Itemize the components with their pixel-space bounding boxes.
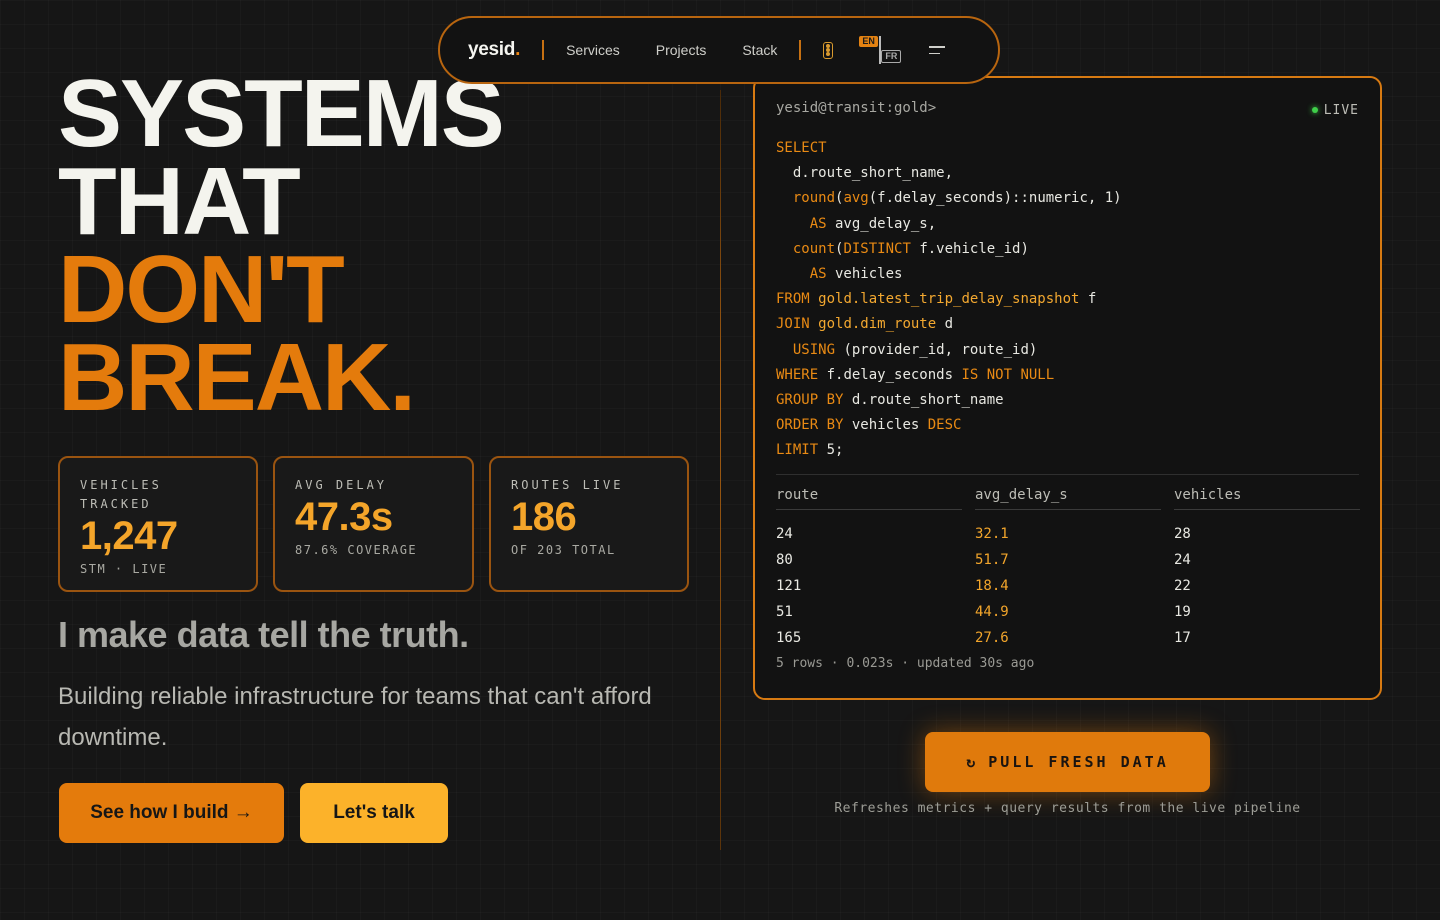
headline-line-3: DON'T bbox=[58, 236, 345, 343]
cell-route: 80 bbox=[776, 551, 793, 568]
lang-en[interactable]: EN bbox=[859, 36, 878, 47]
stat-card-routes: ROUTES LIVE 186 OF 203 TOTAL bbox=[489, 456, 689, 592]
column-header: route bbox=[776, 487, 962, 510]
cell-delay: 51.7 bbox=[975, 551, 1009, 568]
table-row: 51 44.9 19 bbox=[776, 594, 1359, 620]
column-header: avg_delay_s bbox=[975, 487, 1161, 510]
table-row: 165 27.6 17 bbox=[776, 620, 1359, 646]
top-nav: yesid. Services Projects Stack EN FR bbox=[438, 16, 1000, 84]
hero-description: Building reliable infrastructure for tea… bbox=[58, 683, 652, 751]
stat-sub: STM · LIVE bbox=[80, 562, 168, 576]
table-row: 80 51.7 24 bbox=[776, 542, 1359, 568]
cell-delay: 32.1 bbox=[975, 525, 1009, 542]
cell-delay: 18.4 bbox=[975, 577, 1009, 594]
menu-icon[interactable] bbox=[929, 46, 946, 54]
stat-value: 47.3s bbox=[295, 495, 393, 539]
cell-vehicles: 22 bbox=[1174, 577, 1191, 594]
vertical-divider bbox=[720, 90, 721, 850]
stat-sub: OF 203 TOTAL bbox=[511, 543, 616, 557]
pull-hint: Refreshes metrics + query results from t… bbox=[834, 801, 1301, 816]
traffic-light-icon[interactable] bbox=[823, 41, 834, 59]
table-row: 24 32.1 28 bbox=[776, 516, 1359, 542]
nav-link-stack[interactable]: Stack bbox=[742, 42, 777, 58]
cell-vehicles: 17 bbox=[1174, 629, 1191, 646]
pull-button-label: PULL FRESH DATA bbox=[988, 753, 1169, 771]
cell-delay: 27.6 bbox=[975, 629, 1009, 646]
cell-vehicles: 19 bbox=[1174, 603, 1191, 620]
nav-link-projects[interactable]: Projects bbox=[656, 42, 707, 58]
results-header: route avg_delay_s vehicles bbox=[776, 487, 1360, 510]
nav-link-services[interactable]: Services bbox=[566, 42, 620, 58]
cell-route: 165 bbox=[776, 629, 802, 646]
live-dot-icon bbox=[1311, 107, 1318, 113]
headline-line-4: BREAK. bbox=[58, 324, 416, 431]
headline-line-2: THAT bbox=[58, 148, 301, 255]
stats-row: VEHICLES TRACKED 1,247 STM · LIVE AVG DE… bbox=[58, 456, 689, 592]
stat-label: AVG DELAY bbox=[295, 478, 388, 492]
cell-route: 51 bbox=[776, 603, 793, 620]
see-how-i-build-button[interactable]: See how I build → bbox=[59, 783, 284, 843]
stat-label: ROUTES LIVE bbox=[511, 478, 624, 492]
language-toggle[interactable]: EN FR bbox=[859, 34, 905, 66]
tagline: I make data tell the truth. bbox=[58, 614, 469, 655]
pull-fresh-data-button[interactable]: ↻ PULL FRESH DATA bbox=[925, 732, 1210, 792]
column-header: vehicles bbox=[1174, 487, 1360, 510]
sql-query: SELECT d.route_short_name, round(avg(f.d… bbox=[776, 140, 1122, 459]
cell-route: 24 bbox=[776, 525, 793, 542]
table-row: 121 18.4 22 bbox=[776, 568, 1359, 594]
hero-headline: SYSTEMS THAT DON'T BREAK. bbox=[58, 60, 505, 431]
cell-delay: 44.9 bbox=[975, 603, 1009, 620]
lang-fr[interactable]: FR bbox=[881, 50, 902, 63]
cell-route: 121 bbox=[776, 577, 802, 594]
terminal-prompt: yesid@transit:gold> bbox=[776, 100, 937, 116]
query-results: route avg_delay_s vehicles 24 32.1 28 80… bbox=[776, 473, 1360, 671]
results-footer: 5 rows · 0.023s · updated 30s ago bbox=[776, 655, 1035, 671]
sql-terminal: yesid@transit:gold> LIVE SELECT d.route_… bbox=[753, 76, 1382, 700]
brand-logo[interactable]: yesid. bbox=[468, 39, 520, 61]
live-indicator: LIVE bbox=[1311, 100, 1359, 120]
refresh-icon: ↻ bbox=[966, 753, 979, 771]
headline-line-1: SYSTEMS bbox=[58, 60, 505, 167]
stat-value: 1,247 bbox=[80, 514, 178, 558]
stat-value: 186 bbox=[511, 495, 577, 539]
stat-card-delay: AVG DELAY 47.3s 87.6% COVERAGE bbox=[273, 456, 474, 592]
cell-vehicles: 24 bbox=[1174, 551, 1191, 568]
stat-sub: 87.6% COVERAGE bbox=[295, 543, 418, 557]
cell-vehicles: 28 bbox=[1174, 525, 1191, 542]
stat-label: VEHICLES TRACKED bbox=[80, 478, 162, 511]
live-label: LIVE bbox=[1323, 102, 1359, 118]
nav-divider bbox=[799, 40, 802, 60]
lets-talk-button[interactable]: Let's talk bbox=[300, 783, 448, 843]
nav-divider bbox=[542, 40, 545, 60]
stat-card-vehicles: VEHICLES TRACKED 1,247 STM · LIVE bbox=[58, 456, 258, 592]
